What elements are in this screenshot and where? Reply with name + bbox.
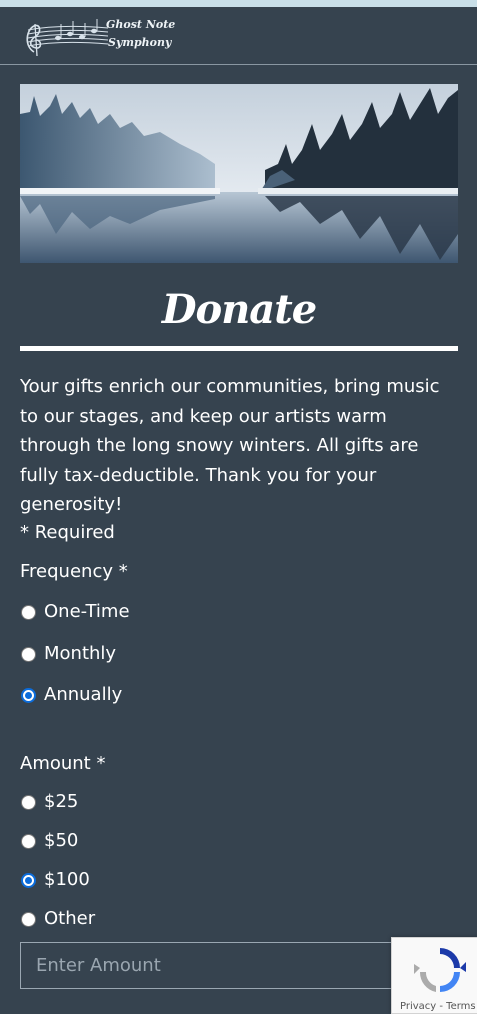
hero-image-winter-lake: [20, 84, 458, 263]
radio-label: $25: [44, 791, 79, 812]
recaptcha-badge[interactable]: Privacy - Terms: [391, 937, 477, 1014]
radio-label: Annually: [44, 684, 123, 705]
frequency-option-one-time[interactable]: One-Time: [21, 600, 130, 624]
logo-line-1: Ghost Note: [106, 18, 176, 31]
amount-option-50[interactable]: $50: [21, 829, 78, 853]
title-divider: [20, 346, 458, 351]
frequency-option-monthly[interactable]: Monthly: [21, 642, 116, 666]
radio-button[interactable]: [21, 833, 36, 849]
radio-label: $100: [44, 869, 90, 890]
amount-option-25[interactable]: $25: [21, 790, 78, 814]
top-accent-strip: [0, 0, 477, 7]
recaptcha-privacy-terms-links[interactable]: Privacy - Terms: [400, 1000, 476, 1013]
music-staff-logo-icon: [26, 19, 109, 57]
radio-button[interactable]: [21, 646, 36, 662]
amount-option-100[interactable]: $100: [21, 868, 90, 892]
radio-label: Monthly: [44, 643, 117, 664]
radio-button-selected[interactable]: [21, 872, 36, 888]
intro-paragraph: Your gifts enrich our communities, bring…: [20, 376, 440, 515]
logo-wordmark: Ghost Note Symphony: [106, 16, 186, 52]
amount-label: Amount *: [20, 753, 106, 774]
radio-label: One-Time: [44, 601, 130, 622]
amount-option-other[interactable]: Other: [21, 907, 95, 931]
site-header: Ghost Note Symphony: [0, 7, 477, 65]
radio-button[interactable]: [21, 604, 36, 620]
recaptcha-icon: [414, 948, 466, 992]
page-title: Donate: [161, 286, 317, 333]
radio-label: Other: [44, 908, 96, 929]
radio-button[interactable]: [21, 794, 36, 810]
frequency-option-annually[interactable]: Annually: [21, 683, 122, 707]
logo-line-2: Symphony: [108, 36, 172, 49]
radio-button[interactable]: [21, 911, 36, 927]
site-logo[interactable]: Ghost Note Symphony: [20, 16, 180, 58]
amount-input[interactable]: [20, 942, 400, 989]
frequency-label: Frequency *: [20, 561, 128, 582]
radio-label: $50: [44, 830, 79, 851]
required-note: * Required: [20, 522, 115, 543]
radio-button-selected[interactable]: [21, 687, 36, 703]
